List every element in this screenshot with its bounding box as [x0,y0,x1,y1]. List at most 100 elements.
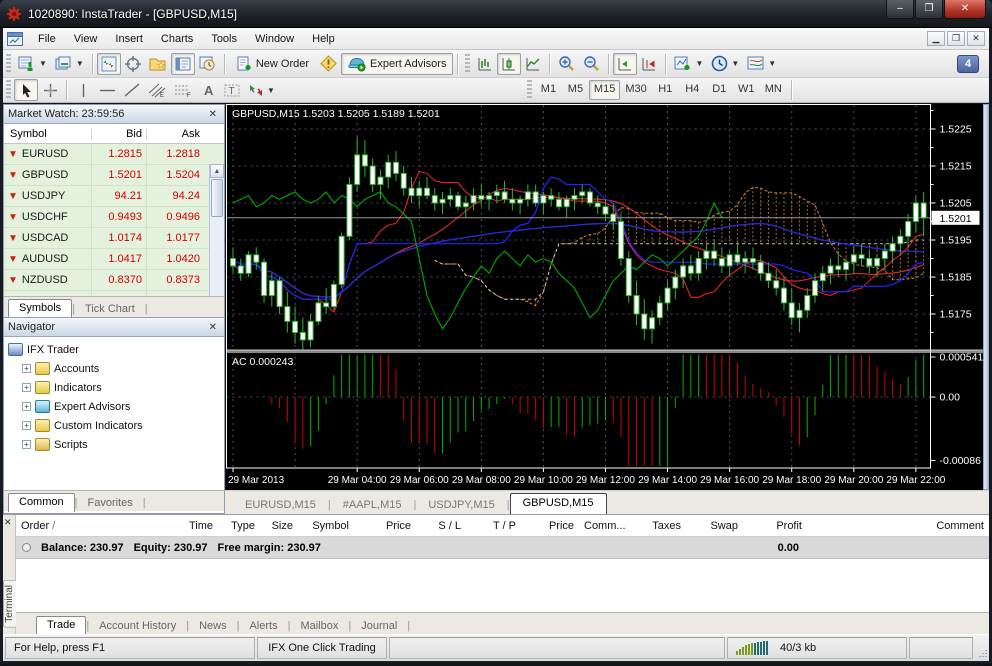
horizontal-line-button[interactable] [95,79,120,101]
expand-icon[interactable]: + [22,364,31,373]
terminal-column-size[interactable]: Size [260,520,298,532]
trendline-button[interactable] [120,79,144,101]
chart-tab-gbpusd-m15[interactable]: GBPUSD,M15 [510,493,607,515]
column-ask[interactable]: Ask [147,128,204,140]
expert-advisors-button[interactable]: Expert Advisors [341,53,453,75]
expand-icon[interactable]: + [22,402,31,411]
strategy-tester-button[interactable] [195,53,220,75]
terminal-tab-alerts[interactable]: Alerts [239,618,287,634]
terminal-tab-news[interactable]: News [189,618,237,634]
navigator-root[interactable]: IFX Trader [8,340,224,359]
terminal-column-taxes[interactable]: Taxes [629,520,686,532]
timeframe-m30-button[interactable]: M30 [620,80,651,100]
scrollbar-thumb[interactable] [211,179,223,217]
navigator-toggle-button[interactable] [145,53,171,75]
expand-icon[interactable]: + [22,421,31,430]
candlestick-chart-button[interactable] [497,53,521,75]
data-window-button[interactable] [121,53,145,75]
terminal-column-profit[interactable]: Profit [743,520,807,532]
terminal-toggle-button[interactable] [171,53,195,75]
terminal-column-order[interactable]: Order / [16,520,134,532]
new-order-button[interactable]: New Order [229,53,316,75]
timeframe-m1-button[interactable]: M1 [535,80,562,100]
terminal-vertical-tab[interactable]: Terminal [3,580,16,628]
market-watch-tab-symbols[interactable]: Symbols [8,299,72,318]
market-watch-row[interactable]: ▼USDJPY94.2194.24 [4,186,224,207]
title-bar[interactable]: 1020890: InstaTrader - [GBPUSD,M15] – ❐ … [0,0,992,28]
auto-scroll-button[interactable] [613,53,637,75]
equidistant-channel-button[interactable]: E [144,79,170,101]
market-watch-toggle-button[interactable] [97,53,121,75]
arrows-button[interactable]: ▼ [244,79,279,101]
expand-icon[interactable]: + [22,383,31,392]
cursor-button[interactable] [14,79,38,101]
toolbar-grip[interactable] [527,80,532,100]
gbpusd-m15-chart[interactable]: 1.52251.52151.52051.51951.51851.51751.52… [226,104,983,490]
bar-chart-button[interactable] [473,53,497,75]
chart-shift-button[interactable] [637,53,661,75]
market-watch-header[interactable]: Market Watch: 23:59:56 ✕ [4,105,224,124]
column-bid[interactable]: Bid [92,128,147,140]
terminal-column-price[interactable]: Price [354,520,416,532]
comments-badge[interactable]: 4 [957,55,979,73]
text-label-button[interactable]: T [220,79,244,101]
mdi-close-button[interactable]: ✕ [967,31,985,46]
terminal-column-comment[interactable]: Comment [807,520,989,532]
timeframe-h1-button[interactable]: H1 [652,80,679,100]
navigator-close-icon[interactable]: ✕ [206,322,220,333]
terminal-column-time[interactable]: Time [134,520,218,532]
navigator-item-scripts[interactable]: +Scripts [8,435,224,454]
timeframe-mn-button[interactable]: MN [760,80,787,100]
terminal-column-swap[interactable]: Swap [686,520,743,532]
chart-tab-usdjpy-m15[interactable]: USDJPY,M15 [416,496,506,514]
profiles-button[interactable]: ▼ [51,53,88,75]
navigator-item-accounts[interactable]: +Accounts [8,359,224,378]
scroll-up-icon[interactable]: ▲ [210,164,224,178]
templates-button[interactable]: ▼ [743,53,780,75]
indicators-button[interactable]: ▼ [670,53,707,75]
navigator-header[interactable]: Navigator ✕ [4,318,224,337]
menu-charts[interactable]: Charts [152,30,202,48]
terminal-tab-mailbox[interactable]: Mailbox [290,618,348,634]
terminal-tab-journal[interactable]: Journal [351,618,407,634]
market-watch-row[interactable]: ▼AUDUSD1.04171.0420 [4,249,224,270]
balance-row[interactable]: Balance: 230.97 Equity: 230.97 Free marg… [16,537,989,559]
timeframe-m15-button[interactable]: M15 [589,80,620,100]
vertical-line-button[interactable] [71,79,95,101]
mdi-minimize-button[interactable]: ▁ [927,31,945,46]
market-watch-row[interactable]: ▼GBPUSD1.52011.5204 [4,165,224,186]
zoom-in-button[interactable] [554,53,579,75]
maximize-button[interactable]: ❐ [915,0,943,19]
market-watch-row[interactable]: ▼EURJPY120.75120.78 [4,291,224,296]
menu-window[interactable]: Window [246,30,303,48]
market-watch-close-icon[interactable]: ✕ [206,109,220,120]
market-watch-scrollbar[interactable]: ▲ ▼ [209,164,224,296]
navigator-item-indicators[interactable]: +Indicators [8,378,224,397]
terminal-column-symbol[interactable]: Symbol [298,520,354,532]
crosshair-button[interactable] [38,79,62,101]
resize-grip[interactable] [973,635,989,661]
menu-view[interactable]: View [65,30,107,48]
chart-vertical-scrollbar[interactable] [983,104,989,490]
toolbar-grip[interactable] [465,54,470,74]
timeframe-m5-button[interactable]: M5 [562,80,589,100]
market-watch-tab-tick-chart[interactable]: Tick Chart [75,301,145,317]
terminal-column-t-p[interactable]: T / P [466,520,521,532]
market-watch-row[interactable]: ▼USDCAD1.01741.0177 [4,228,224,249]
navigator-item-custom-indicators[interactable]: +Custom Indicators [8,416,224,435]
periods-button[interactable]: ▼ [707,53,743,75]
toolbar-grip[interactable] [6,80,11,100]
terminal-column-price[interactable]: Price [521,520,579,532]
terminal-column-type[interactable]: Type [218,520,260,532]
menu-file[interactable]: File [29,30,65,48]
terminal-column-comm-[interactable]: Comm... [579,520,629,532]
terminal-column-s-l[interactable]: S / L [416,520,466,532]
line-chart-button[interactable] [521,53,545,75]
menu-tools[interactable]: Tools [202,30,246,48]
new-chart-button[interactable]: ▼ [14,53,51,75]
one-click-trading-status[interactable]: IFX One Click Trading [257,637,387,659]
timeframe-w1-button[interactable]: W1 [733,80,760,100]
chart-tab--aapl-m15[interactable]: #AAPL,M15 [331,496,414,514]
timeframe-h4-button[interactable]: H4 [679,80,706,100]
text-button[interactable]: A [196,79,220,101]
